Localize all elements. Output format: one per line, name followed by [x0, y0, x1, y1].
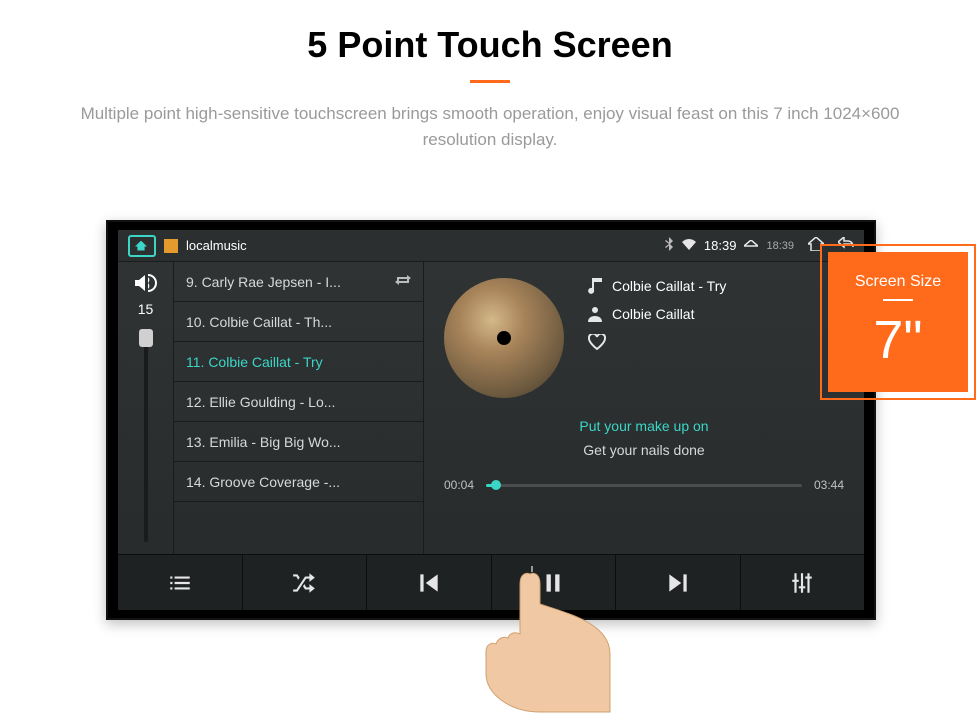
now-playing-panel: Colbie Caillat - Try Colbie Caillat Put … — [424, 262, 864, 554]
track-row[interactable]: 9. Carly Rae Jepsen - I... — [174, 262, 423, 302]
album-art — [444, 278, 564, 398]
caret-up-icon[interactable] — [744, 238, 758, 253]
progress-thumb[interactable] — [491, 480, 501, 490]
playlist-button[interactable] — [118, 555, 243, 610]
title-underline — [470, 80, 510, 83]
lyric-next: Get your nails done — [444, 442, 844, 458]
app-tile-icon — [164, 239, 178, 253]
volume-thumb[interactable] — [139, 329, 153, 347]
lyric-current: Put your make up on — [444, 418, 844, 434]
volume-panel: 15 — [118, 262, 174, 554]
song-title-row: Colbie Caillat - Try — [588, 278, 726, 294]
page-subtitle: Multiple point high-sensitive touchscree… — [80, 101, 900, 152]
previous-button[interactable] — [367, 555, 492, 610]
shuffle-button[interactable] — [243, 555, 368, 610]
track-row[interactable]: 13. Emilia - Big Big Wo... — [174, 422, 423, 462]
play-pause-button[interactable] — [492, 555, 617, 610]
track-label: 12. Ellie Goulding - Lo... — [186, 394, 335, 410]
badge-divider — [883, 299, 913, 301]
section-title: localmusic — [186, 238, 247, 253]
volume-value: 15 — [138, 301, 154, 317]
next-button[interactable] — [616, 555, 741, 610]
time-duration: 03:44 — [814, 478, 844, 492]
favorite-button[interactable] — [588, 334, 726, 350]
repeat-icon[interactable] — [395, 272, 411, 291]
track-label: 13. Emilia - Big Big Wo... — [186, 434, 341, 450]
status-time-2: 18:39 — [766, 240, 794, 252]
lyrics: Put your make up on Get your nails done — [444, 418, 844, 458]
wifi-icon — [682, 238, 696, 253]
heart-icon — [588, 334, 606, 350]
track-row[interactable]: 11. Colbie Caillat - Try — [174, 342, 423, 382]
home-outline-icon[interactable] — [808, 237, 824, 254]
track-label: 11. Colbie Caillat - Try — [186, 354, 323, 370]
page-title: 5 Point Touch Screen — [0, 24, 980, 66]
track-row[interactable]: 12. Ellie Goulding - Lo... — [174, 382, 423, 422]
music-note-icon — [588, 278, 602, 294]
screen: localmusic 18:39 18:39 — [118, 230, 864, 610]
bluetooth-icon — [664, 237, 674, 254]
badge-size: 7" — [873, 309, 922, 371]
track-row[interactable]: 14. Groove Coverage -... — [174, 462, 423, 502]
track-row[interactable]: 10. Colbie Caillat - Th... — [174, 302, 423, 342]
playlist[interactable]: 9. Carly Rae Jepsen - I... 10. Colbie Ca… — [174, 262, 424, 554]
status-bar: localmusic 18:39 18:39 — [118, 230, 864, 262]
screen-size-badge: Screen Size 7" — [828, 252, 968, 392]
progress-slider[interactable] — [486, 484, 802, 487]
badge-label: Screen Size — [855, 273, 941, 291]
progress-row: 00:04 03:44 — [444, 478, 844, 492]
volume-icon[interactable] — [135, 274, 157, 297]
status-time-1: 18:39 — [704, 238, 737, 253]
volume-slider[interactable] — [144, 329, 148, 542]
transport-controls — [118, 554, 864, 610]
person-icon — [588, 306, 602, 322]
track-label: 14. Groove Coverage -... — [186, 474, 340, 490]
home-icon[interactable] — [128, 235, 156, 257]
track-label: 9. Carly Rae Jepsen - I... — [186, 274, 341, 290]
song-title: Colbie Caillat - Try — [612, 278, 726, 294]
track-label: 10. Colbie Caillat - Th... — [186, 314, 332, 330]
time-elapsed: 00:04 — [444, 478, 474, 492]
device-frame: localmusic 18:39 18:39 — [106, 220, 876, 620]
equalizer-button[interactable] — [741, 555, 865, 610]
artist-name: Colbie Caillat — [612, 306, 694, 322]
artist-row: Colbie Caillat — [588, 306, 726, 322]
